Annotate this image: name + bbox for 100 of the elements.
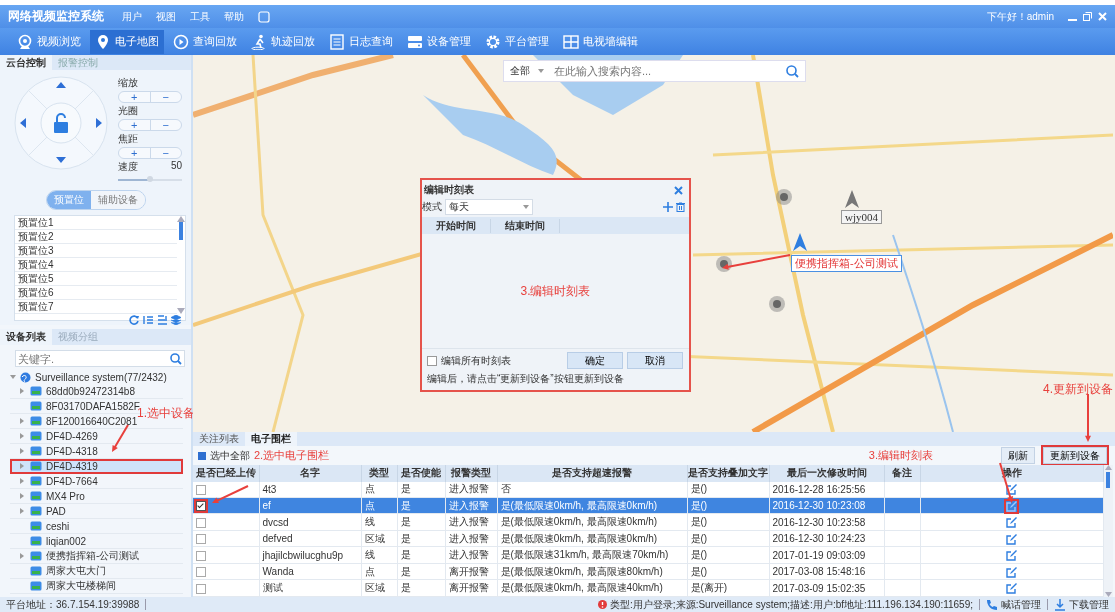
preset-item[interactable]: 预置位3 <box>15 244 177 258</box>
cluster-marker-icon[interactable] <box>715 255 733 273</box>
expander-icon[interactable] <box>20 478 24 484</box>
align-icon[interactable] <box>157 315 167 325</box>
tree-item[interactable]: DF4D-4269 <box>20 430 98 442</box>
edit-icon[interactable] <box>1006 550 1017 562</box>
checkbox[interactable] <box>427 355 437 366</box>
preset-item[interactable]: 预置位7 <box>15 300 177 314</box>
checkbox[interactable] <box>196 583 206 594</box>
toolbar-button[interactable]: 更新到设备 <box>1043 447 1107 464</box>
expander-icon[interactable] <box>10 374 16 380</box>
cluster-marker-icon[interactable] <box>768 295 786 313</box>
toolbar-tab[interactable]: 电子地图 <box>90 29 164 54</box>
tree-item[interactable]: DF4D-4318 <box>20 445 98 457</box>
search-field[interactable]: 关键字. <box>15 350 185 367</box>
plus-button[interactable]: + <box>119 148 150 158</box>
list-icon[interactable] <box>143 315 153 325</box>
preset-item[interactable]: 预置位6 <box>15 286 177 300</box>
plus-button[interactable]: + <box>119 92 150 102</box>
marker-label[interactable]: wjy004 <box>841 210 882 224</box>
minus-button[interactable]: − <box>149 92 181 102</box>
dialog-button[interactable]: 确定 <box>567 352 623 369</box>
scroll-up-icon[interactable] <box>1104 465 1112 470</box>
plus-button[interactable]: + <box>119 120 150 130</box>
window-icon[interactable] <box>258 10 270 23</box>
scope-dropdown[interactable]: 全部 <box>510 64 530 78</box>
expander-icon[interactable] <box>20 448 24 454</box>
table-row[interactable]: jhajilcbwilucghu9p 线 是 进入报警 是(最低限速31km/h, 最高限速70km/h) 是() 2017-01-19 09:03:09 <box>193 547 1103 564</box>
tree-item[interactable]: 8F03170DAFA1582F <box>20 400 140 412</box>
expander-icon[interactable] <box>20 433 24 439</box>
preset-item[interactable]: 预置位2 <box>15 230 177 244</box>
slider-thumb[interactable] <box>147 176 153 182</box>
toolbar-button[interactable]: 刷新 <box>1001 447 1035 464</box>
add-icon[interactable] <box>663 202 673 212</box>
location-arrow-icon[interactable] <box>845 190 859 208</box>
checkbox[interactable] <box>196 567 206 578</box>
expander-icon[interactable] <box>20 493 24 499</box>
panel-tab[interactable]: 云台控制 <box>0 55 52 70</box>
edit-icon[interactable] <box>1006 566 1017 578</box>
tree-item[interactable]: PAD <box>20 505 66 517</box>
tree-item[interactable]: liqian002 <box>20 535 87 547</box>
scrollbar-thumb-icon[interactable] <box>179 222 183 240</box>
tree-item[interactable]: MX4 Pro <box>20 490 85 502</box>
tree-item[interactable]: 8F120016640C2081 <box>20 415 138 427</box>
minus-button[interactable]: − <box>149 120 181 130</box>
dialog-button[interactable]: 取消 <box>627 352 683 369</box>
search-icon[interactable] <box>786 64 799 78</box>
tree-item[interactable]: 便携指挥箱-公司测试 <box>20 549 140 563</box>
table-row[interactable]: defved 区域 是 进入报警 是(最低限速0km/h, 最高限速0km/h) 是() 2016-12-30 10:24:23 <box>193 530 1103 547</box>
minus-button[interactable]: − <box>149 148 181 158</box>
status-link[interactable]: 下载管理 <box>1054 597 1109 612</box>
tree-item[interactable]: DF4D-4319 <box>20 460 98 472</box>
table-row[interactable]: dvcsd 线 是 进入报警 是(最低限速0km/h, 最高限速0km/h) 是() 2016-12-30 10:23:58 <box>193 514 1103 531</box>
scroll-up-icon[interactable] <box>177 216 185 222</box>
delete-icon[interactable] <box>676 202 685 212</box>
tree-item[interactable]: ceshi <box>20 520 70 532</box>
panel-tab[interactable]: 设备列表 <box>0 329 52 345</box>
cluster-marker-icon[interactable] <box>775 188 793 206</box>
scroll-down-icon[interactable] <box>177 308 185 314</box>
edit-icon[interactable] <box>1006 484 1017 496</box>
status-link[interactable]: 喊话管理 <box>986 597 1041 612</box>
table-row[interactable]: Wanda 点 是 离开报警 是(最低限速0km/h, 最高限速80km/h) 是() 2017-03-08 15:48:16 <box>193 563 1103 580</box>
scrollbar-thumb-icon[interactable] <box>1106 472 1110 488</box>
table-row[interactable]: 4t3 点 是 进入报警 否 是() 2016-12-28 16:25:56 <box>193 481 1103 498</box>
expander-icon[interactable] <box>20 388 24 394</box>
refresh-icon[interactable] <box>129 315 139 325</box>
expander-icon[interactable] <box>20 553 24 559</box>
panel-tab[interactable]: 电子围栏 <box>245 432 297 446</box>
restore-icon[interactable] <box>1083 12 1092 21</box>
preset-item[interactable]: 预置位5 <box>15 272 177 286</box>
edit-icon[interactable] <box>1006 500 1017 512</box>
tree-item[interactable]: 周家大屯大门 <box>20 564 106 578</box>
checkbox[interactable] <box>196 484 206 495</box>
expander-icon[interactable] <box>20 418 24 424</box>
close-icon[interactable] <box>674 185 683 195</box>
map-search-bar[interactable]: 全部 在此输入搜索内容... <box>503 60 806 82</box>
preset-item[interactable]: 预置位4 <box>15 258 177 272</box>
dropdown-caret-icon[interactable] <box>538 69 544 73</box>
panel-tab[interactable]: 关注列表 <box>193 432 245 446</box>
tree-item[interactable]: 68dd0b92472314b8 <box>20 385 135 397</box>
checkbox[interactable] <box>198 451 206 460</box>
preset-item[interactable]: 预置位1 <box>15 216 177 230</box>
expander-icon[interactable] <box>20 463 24 469</box>
edit-icon[interactable] <box>1006 533 1017 545</box>
search-icon[interactable] <box>170 353 182 365</box>
table-row[interactable]: 测试 区域 是 离开报警 是(最低限速0km/h, 最高限速40km/h) 是(离开) 2017-03-09 15:02:35 <box>193 580 1103 597</box>
checkbox[interactable] <box>196 501 206 512</box>
marker-label[interactable]: 便携指挥箱-公司测试 <box>791 255 902 272</box>
expander-icon[interactable] <box>20 508 24 514</box>
checkbox[interactable] <box>196 517 206 528</box>
edit-icon[interactable] <box>1006 583 1017 595</box>
tree-item[interactable]: DF4D-7664 <box>20 475 98 487</box>
edit-icon[interactable] <box>1006 517 1017 529</box>
checkbox[interactable] <box>196 534 206 545</box>
location-arrow-icon[interactable] <box>793 233 807 251</box>
ptz-joystick-drawing[interactable] <box>14 76 108 170</box>
tree-item[interactable]: 周家大屯楼梯间 <box>20 579 116 593</box>
checkbox[interactable] <box>196 550 206 561</box>
tree-item[interactable]: Surveillance system(77/2432) <box>10 371 167 383</box>
layers-icon[interactable] <box>171 315 181 325</box>
